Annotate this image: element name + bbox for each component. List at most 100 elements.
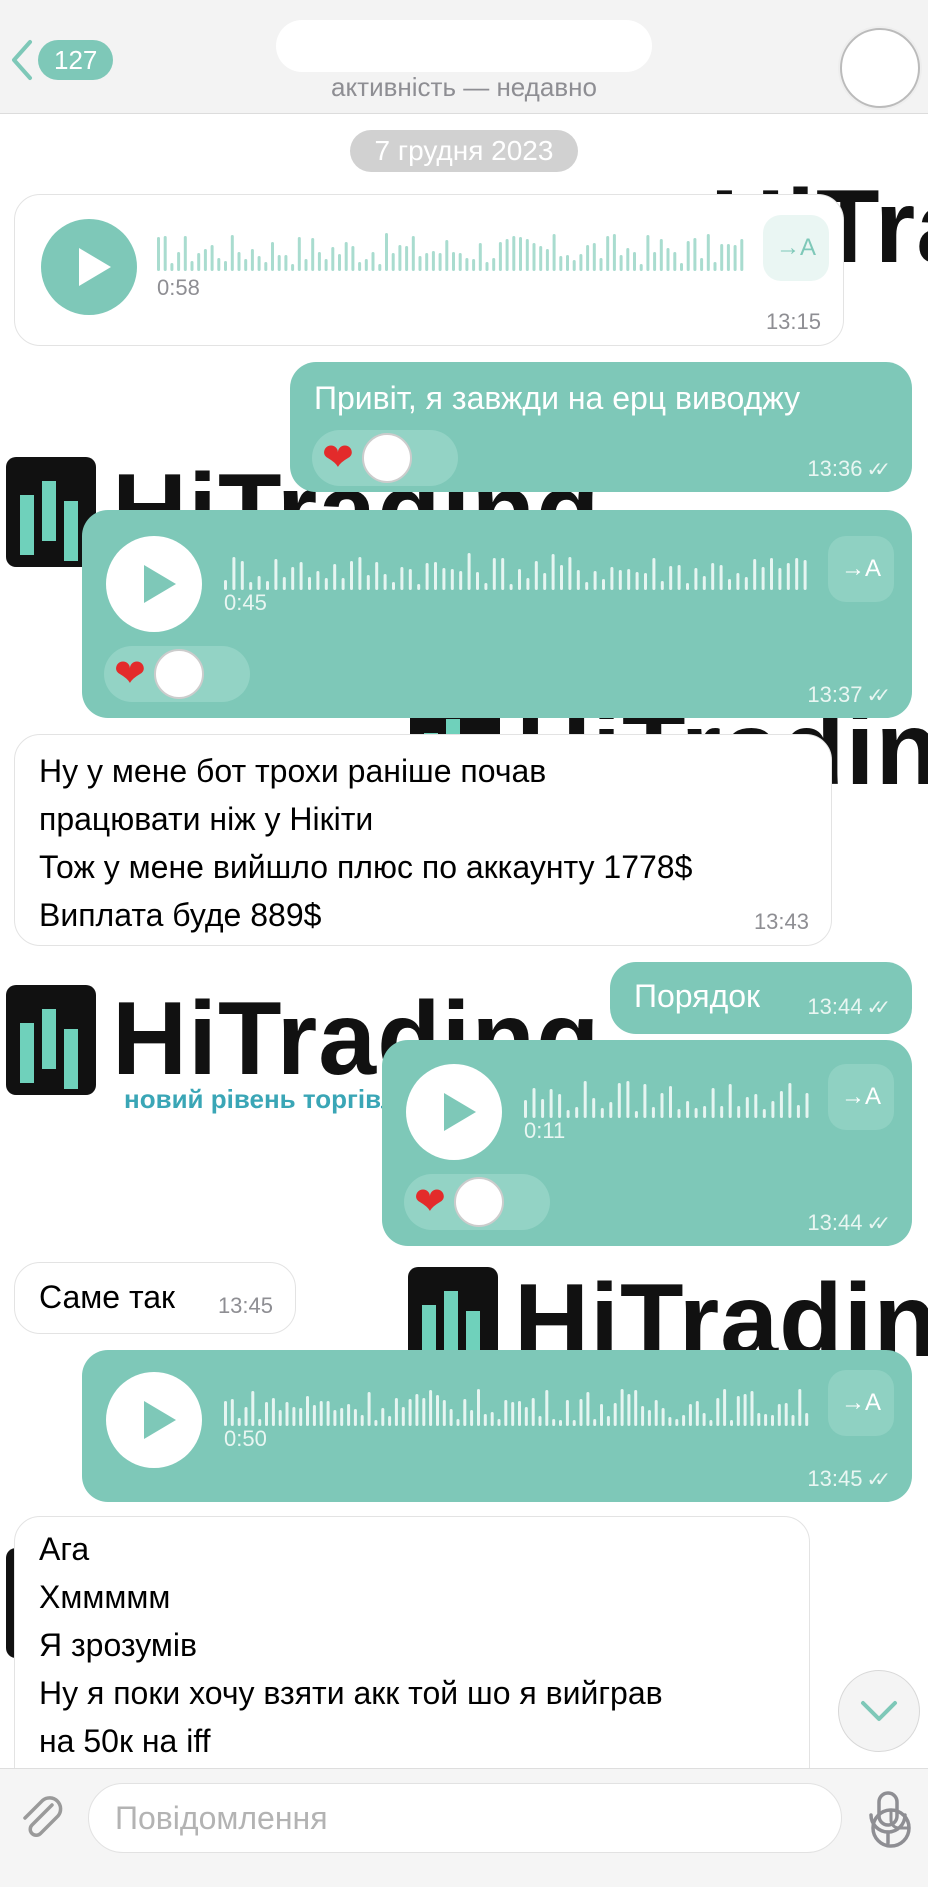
waveform-bar: [304, 259, 308, 271]
transcribe-button[interactable]: →A: [763, 215, 829, 281]
waveform-bar: [518, 569, 521, 590]
waveform-bar: [786, 563, 790, 590]
waveform-bar: [730, 1420, 733, 1426]
microphone-icon[interactable]: [866, 1789, 910, 1847]
waveform-bar: [312, 1405, 316, 1426]
waveform-bar: [299, 562, 303, 590]
play-button[interactable]: [41, 219, 137, 315]
waveform-bar: [291, 264, 295, 271]
waveform-bar: [675, 1419, 679, 1426]
waveform-bar: [490, 1412, 494, 1426]
play-button[interactable]: [106, 1372, 202, 1468]
heart-icon: ❤: [114, 653, 146, 695]
waveform-bar: [340, 1408, 344, 1426]
outgoing-message[interactable]: Порядок 13:44 ✓✓: [610, 962, 912, 1034]
message-time: 13:43: [753, 909, 809, 934]
voice-duration: 0:58: [157, 275, 200, 300]
waveform-bar: [230, 235, 234, 271]
voice-duration: 0:11: [524, 1118, 566, 1143]
waveform-bar: [798, 1389, 802, 1426]
waveform-bar: [586, 1392, 590, 1426]
waveform-bar: [224, 261, 227, 271]
waveform-bar: [593, 571, 597, 590]
voice-message[interactable]: 0:11 →A ❤ 13:44 ✓✓: [382, 1040, 912, 1246]
waveform-bar: [277, 255, 281, 271]
incoming-message[interactable]: Ну у мене бот трохи раніше почав працюва…: [14, 734, 832, 946]
waveform-bar: [472, 259, 476, 271]
incoming-message[interactable]: Ага Хммммм Я зрозумів Ну я поки хочу взя…: [14, 1516, 810, 1796]
chat-title[interactable]: [276, 20, 652, 72]
waveform-bar: [425, 253, 429, 271]
hitrading-logo: [6, 984, 96, 1095]
transcribe-button[interactable]: →A: [828, 1370, 894, 1436]
voice-message[interactable]: 0:45 →A ❤ 13:37 ✓✓: [82, 510, 912, 718]
waveform-bar: [532, 1088, 536, 1118]
reaction[interactable]: ❤: [104, 646, 250, 702]
waveform-bar: [385, 233, 388, 271]
waveform-bar: [606, 1416, 610, 1426]
waveform-bar: [652, 558, 656, 590]
transcribe-button[interactable]: →A: [828, 536, 894, 602]
waveform-bar: [609, 1102, 613, 1118]
waveform-bar: [244, 1407, 248, 1426]
waveform-bar: [669, 1086, 672, 1118]
waveform-bar: [565, 1400, 569, 1426]
waveform-bar: [592, 1098, 596, 1118]
waveform-bar: [600, 1404, 603, 1426]
waveform-bar: [203, 249, 207, 271]
outgoing-message[interactable]: Привіт, я завжди на ерц виводжу ❤ 13:36 ✓…: [290, 362, 912, 492]
reaction[interactable]: ❤: [312, 430, 458, 486]
waveform-bar: [560, 565, 563, 590]
waveform-bar: [568, 557, 572, 590]
waveform-bar: [224, 1401, 227, 1426]
play-button[interactable]: [106, 536, 202, 632]
reaction[interactable]: ❤: [404, 1174, 550, 1230]
waveform-bar: [754, 1094, 758, 1118]
waveform-bar: [612, 234, 616, 271]
chevron-down-icon: [861, 1701, 897, 1721]
waveform-bar: [484, 583, 488, 590]
waveform-bar: [299, 1408, 303, 1426]
waveform-bar: [592, 243, 596, 271]
waveform-bar: [531, 1398, 535, 1426]
waveform: [524, 1081, 809, 1118]
waveform-bar: [177, 252, 181, 271]
waveform-bar: [217, 258, 221, 271]
reactor-avatar: [361, 433, 412, 483]
message-input[interactable]: [115, 1796, 755, 1840]
waveform-bar: [333, 564, 337, 590]
paperclip-icon[interactable]: [14, 1791, 68, 1845]
waveform-bar: [668, 1417, 672, 1426]
message-input-container[interactable]: [88, 1783, 911, 1853]
waveform-bar: [764, 1414, 768, 1426]
waveform-bar: [375, 562, 379, 590]
waveform-bar: [232, 557, 236, 590]
waveform-bar: [341, 578, 345, 590]
voice-duration: 0:50: [224, 1426, 267, 1451]
waveform-bar: [518, 1401, 521, 1426]
date-separator: 7 грудня 2023: [350, 130, 578, 172]
waveform-bar: [761, 567, 765, 590]
waveform-bar: [677, 565, 681, 590]
waveform-bar: [736, 1396, 740, 1426]
waveform-bar: [250, 249, 254, 271]
waveform-bar: [405, 246, 409, 271]
contact-avatar[interactable]: [840, 28, 920, 108]
waveform-bar: [740, 239, 744, 271]
waveform-bar: [470, 1410, 474, 1426]
voice-message[interactable]: 0:58 →A 13:15: [14, 194, 844, 346]
waveform-bar: [364, 259, 368, 271]
waveform-bar: [646, 235, 650, 271]
waveform-bar: [700, 258, 704, 271]
waveform-bar: [284, 255, 288, 271]
transcribe-button[interactable]: →A: [828, 1064, 894, 1130]
scroll-to-bottom-button[interactable]: [838, 1670, 920, 1752]
waveform-bar: [524, 1100, 527, 1118]
play-button[interactable]: [406, 1064, 502, 1160]
message-text: Саме так: [39, 1279, 176, 1315]
waveform-bar: [626, 1081, 630, 1118]
waveform-bar: [737, 1106, 741, 1118]
incoming-message[interactable]: Саме так 13:45: [14, 1262, 296, 1334]
voice-message[interactable]: 0:50 →A 13:45 ✓✓: [82, 1350, 912, 1502]
waveform-bar: [661, 1408, 665, 1426]
